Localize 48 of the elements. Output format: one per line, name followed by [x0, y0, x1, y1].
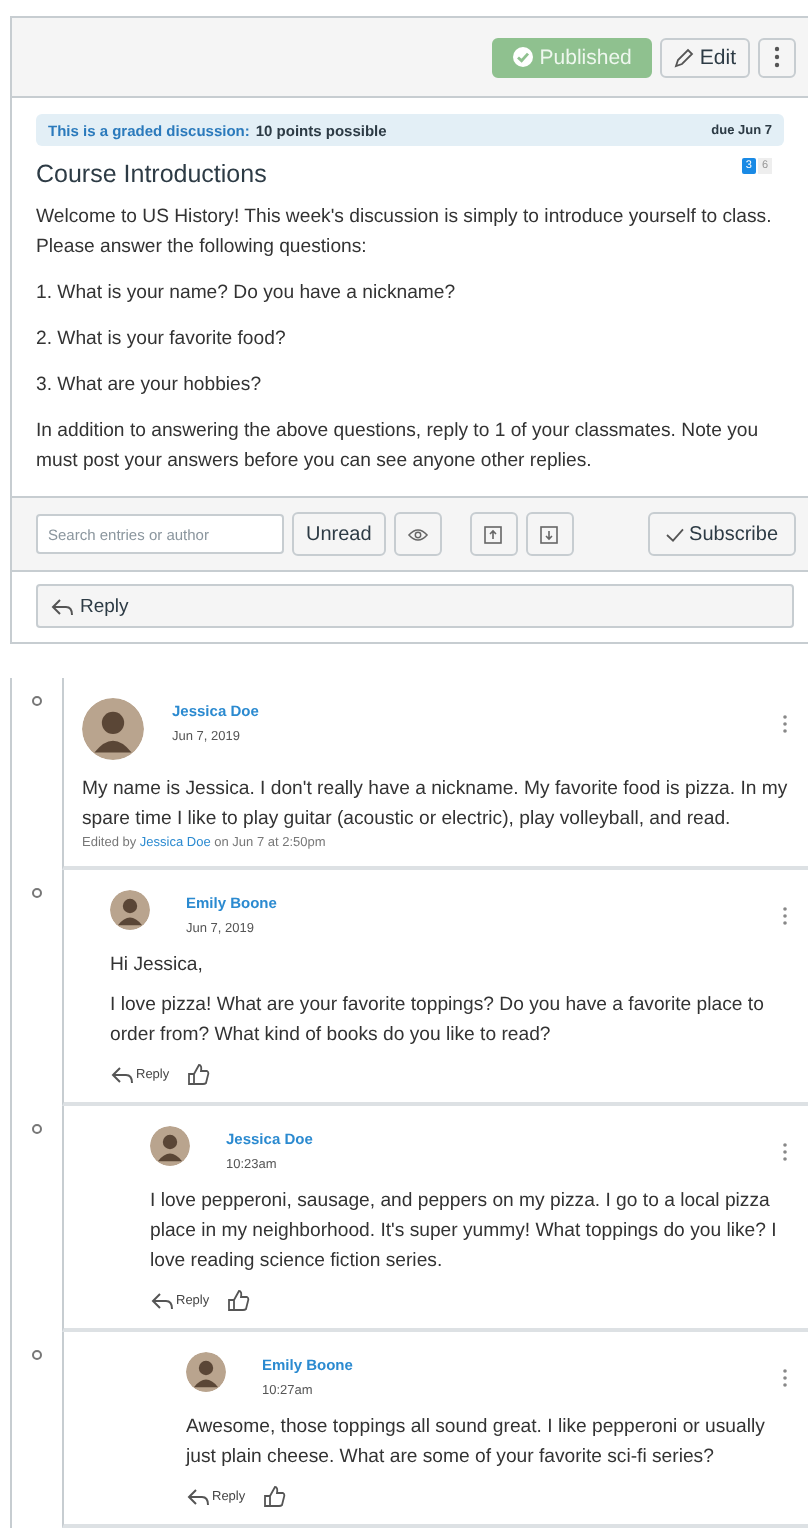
topic-paragraph: In addition to answering the above questions, reply to 1 of your classmates. Note you must post your answers before you can see anyone other replies.	[36, 418, 761, 476]
kebab-menu-icon	[774, 46, 780, 68]
eye-button[interactable]	[393, 512, 442, 556]
read-indicator[interactable]	[32, 1350, 42, 1360]
unread-button[interactable]: Unread	[292, 512, 386, 556]
post-text: I love pizza! What are your favorite toppings? Do you have a favorite place to order from? What kind of books do you like to read?	[110, 992, 766, 1050]
read-indicator[interactable]	[32, 1124, 42, 1134]
arrow-down-icon	[540, 525, 559, 543]
post-text: My name is Jessica. I don't really have a nickname. My favorite food is pizza. In my spare time I like to play guitar (acoustic or electric), play volleyball, and read.	[82, 776, 790, 834]
avatar	[82, 698, 144, 760]
reply-icon	[186, 1485, 210, 1507]
edit-button[interactable]: Edit	[659, 37, 750, 77]
like-button[interactable]	[225, 1288, 250, 1312]
expand-button[interactable]	[525, 512, 574, 556]
collapse-button[interactable]	[469, 512, 518, 556]
avatar	[186, 1352, 226, 1392]
topic-paragraph: 2. What is your favorite food?	[36, 326, 288, 354]
avatar	[150, 1126, 190, 1166]
post-text: Hi Jessica,	[110, 952, 205, 980]
read-indicator[interactable]	[32, 888, 42, 898]
topic-paragraph: 3. What are your hobbies?	[36, 372, 264, 400]
topic-paragraph: 1. What is your name? Do you have a nickname?	[36, 280, 458, 308]
reply-button[interactable]: Reply	[36, 584, 794, 628]
pencil-icon	[673, 47, 694, 67]
read-indicator[interactable]	[32, 696, 42, 706]
topic-paragraph: Welcome to US History! This week's discussion is simply to introduce yourself to class. Please answer the following questions:	[36, 204, 774, 262]
avatar	[110, 890, 150, 930]
like-button[interactable]	[261, 1484, 286, 1508]
kebab-menu-icon[interactable]	[782, 714, 788, 734]
reply-icon	[50, 595, 74, 617]
arrow-up-icon	[484, 525, 503, 543]
more-options-button[interactable]	[758, 37, 796, 77]
checkmark-icon	[665, 527, 684, 541]
thumbs-up-icon	[261, 1484, 286, 1508]
reply-icon	[110, 1063, 134, 1085]
kebab-menu-icon[interactable]	[782, 906, 788, 926]
subscribe-button[interactable]: Subscribe	[647, 512, 796, 556]
post-text: I love pepperoni, sausage, and peppers on my pizza. I go to a local pizza place in my neighborhood. It's super yummy! What toppings do you like? I love reading science fiction series.	[150, 1188, 779, 1276]
thumbs-up-icon	[185, 1062, 210, 1086]
kebab-menu-icon[interactable]	[782, 1368, 788, 1388]
reply-icon	[150, 1289, 174, 1311]
check-circle-icon	[511, 46, 534, 68]
like-button[interactable]	[185, 1062, 210, 1086]
kebab-menu-icon[interactable]	[782, 1142, 788, 1162]
topic-title: Course Introductions	[36, 160, 267, 188]
thumbs-up-icon	[225, 1288, 250, 1312]
post-text: Awesome, those toppings all sound great. I like pepperoni or usually just plain cheese. What are some of your favorite sci-fi series?	[186, 1414, 767, 1472]
eye-icon	[407, 527, 428, 541]
